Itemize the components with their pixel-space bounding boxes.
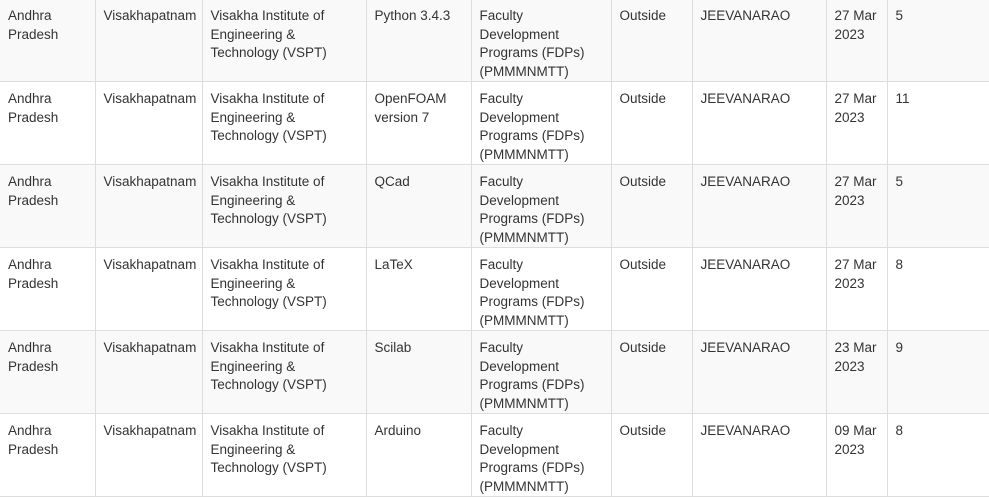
state-cell: Andhra Pradesh — [0, 81, 96, 165]
institute-cell: Visakha Institute of Engineering & Techn… — [201, 0, 367, 82]
table-row: Andhra Pradesh Visakhapatnam Visakha Ins… — [0, 413, 989, 497]
training-type-cell: Faculty Development Programs (FDPs) (PMM… — [470, 330, 612, 414]
institute-cell: Visakha Institute of Engineering & Techn… — [201, 330, 367, 414]
participants-cell: 5 — [886, 164, 989, 248]
participants-cell: 5 — [886, 0, 989, 82]
participants-cell: 9 — [886, 330, 989, 414]
foss-cell: Scilab — [365, 330, 472, 414]
institute-cell: Visakha Institute of Engineering & Techn… — [201, 81, 367, 165]
state-cell: Andhra Pradesh — [0, 0, 96, 82]
foss-cell: Python 3.4.3 — [365, 0, 472, 82]
coordinator-cell: JEEVANARAO — [691, 0, 827, 82]
training-type-cell: Faculty Development Programs (FDPs) (PMM… — [470, 164, 612, 248]
foss-cell: Arduino — [365, 413, 472, 497]
state-cell: Andhra Pradesh — [0, 247, 96, 331]
coordinator-cell: JEEVANARAO — [691, 330, 827, 414]
training-type-cell: Faculty Development Programs (FDPs) (PMM… — [470, 247, 612, 331]
training-records-table: Andhra Pradesh Visakhapatnam Visakha Ins… — [0, 0, 989, 497]
date-cell: 23 Mar 2023 — [825, 330, 888, 414]
date-cell: 27 Mar 2023 — [825, 164, 888, 248]
coordinator-cell: JEEVANARAO — [691, 164, 827, 248]
table-row: Andhra Pradesh Visakhapatnam Visakha Ins… — [0, 0, 989, 82]
city-cell: Visakhapatnam — [94, 330, 203, 414]
state-cell: Andhra Pradesh — [0, 164, 96, 248]
participants-cell: 8 — [886, 247, 989, 331]
training-type-cell: Faculty Development Programs (FDPs) (PMM… — [470, 413, 612, 497]
department-cell: Outside — [610, 81, 693, 165]
city-cell: Visakhapatnam — [94, 413, 203, 497]
coordinator-cell: JEEVANARAO — [691, 81, 827, 165]
state-cell: Andhra Pradesh — [0, 413, 96, 497]
date-cell: 09 Mar 2023 — [825, 413, 888, 497]
city-cell: Visakhapatnam — [94, 164, 203, 248]
department-cell: Outside — [610, 330, 693, 414]
training-type-cell: Faculty Development Programs (FDPs) (PMM… — [470, 0, 612, 82]
foss-cell: LaTeX — [365, 247, 472, 331]
institute-cell: Visakha Institute of Engineering & Techn… — [201, 413, 367, 497]
training-records-body: Andhra Pradesh Visakhapatnam Visakha Ins… — [0, 0, 989, 497]
institute-cell: Visakha Institute of Engineering & Techn… — [201, 164, 367, 248]
participants-cell: 8 — [886, 413, 989, 497]
table-row: Andhra Pradesh Visakhapatnam Visakha Ins… — [0, 81, 989, 165]
department-cell: Outside — [610, 0, 693, 82]
city-cell: Visakhapatnam — [94, 81, 203, 165]
table-row: Andhra Pradesh Visakhapatnam Visakha Ins… — [0, 164, 989, 248]
department-cell: Outside — [610, 413, 693, 497]
date-cell: 27 Mar 2023 — [825, 81, 888, 165]
institute-cell: Visakha Institute of Engineering & Techn… — [201, 247, 367, 331]
training-type-cell: Faculty Development Programs (FDPs) (PMM… — [470, 81, 612, 165]
city-cell: Visakhapatnam — [94, 0, 203, 82]
coordinator-cell: JEEVANARAO — [691, 247, 827, 331]
city-cell: Visakhapatnam — [94, 247, 203, 331]
coordinator-cell: JEEVANARAO — [691, 413, 827, 497]
date-cell: 27 Mar 2023 — [825, 247, 888, 331]
department-cell: Outside — [610, 247, 693, 331]
foss-cell: QCad — [365, 164, 472, 248]
participants-cell: 11 — [886, 81, 989, 165]
table-row: Andhra Pradesh Visakhapatnam Visakha Ins… — [0, 330, 989, 414]
foss-cell: OpenFOAM version 7 — [365, 81, 472, 165]
department-cell: Outside — [610, 164, 693, 248]
table-row: Andhra Pradesh Visakhapatnam Visakha Ins… — [0, 247, 989, 331]
state-cell: Andhra Pradesh — [0, 330, 96, 414]
date-cell: 27 Mar 2023 — [825, 0, 888, 82]
